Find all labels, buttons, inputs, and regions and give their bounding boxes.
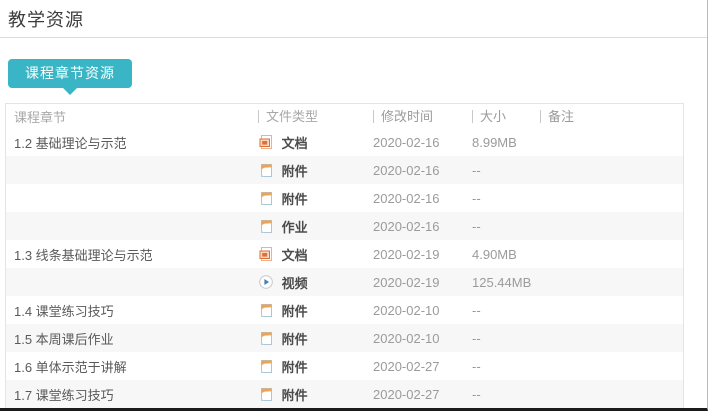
video-icon (258, 274, 274, 290)
file-type-label: 文档 (282, 136, 308, 151)
title-divider (0, 37, 707, 38)
file-type-label: 附件 (282, 360, 308, 375)
size-cell: -- (468, 387, 532, 402)
chapter-cell: 1.4 课堂练习技巧 (6, 301, 226, 320)
tab-label: 课程章节资源 (25, 65, 115, 81)
modified-cell: 2020-02-19 (366, 247, 468, 262)
file-type-label: 附件 (282, 164, 308, 179)
modified-cell: 2020-02-16 (366, 163, 468, 178)
column-header-size: 大小 (468, 109, 532, 124)
modified-cell: 2020-02-16 (366, 135, 468, 150)
table-row[interactable]: 附件 2020-02-16 -- (6, 184, 683, 212)
size-cell: -- (468, 359, 532, 374)
size-cell: 125.44MB (468, 275, 532, 290)
table-row[interactable]: 1.5 本周课后作业 (6, 324, 683, 352)
file-type-label: 附件 (282, 304, 308, 319)
chapter-cell: 1.2 基础理论与示范 (6, 133, 226, 152)
attachment-icon (258, 358, 274, 374)
chapter-cell: 1.7 课堂练习技巧 (6, 385, 226, 404)
size-cell: -- (468, 331, 532, 346)
column-header-note: 备注 (532, 109, 683, 124)
chapter-cell: 1.5 本周课后作业 (6, 329, 226, 348)
table-row[interactable]: 1.7 课堂练习技巧 (6, 380, 683, 408)
size-cell: -- (468, 191, 532, 206)
document-icon (258, 134, 274, 150)
table-row[interactable]: 视频 2020-02-19 125.44MB (6, 268, 683, 296)
attachment-icon (258, 302, 274, 318)
file-type-label: 附件 (282, 388, 308, 403)
table-row[interactable]: 附件 2020-02-16 -- (6, 156, 683, 184)
attachment-icon (258, 386, 274, 402)
file-type-label: 附件 (282, 192, 308, 207)
file-type-label: 文档 (282, 248, 308, 263)
modified-cell: 2020-02-10 (366, 303, 468, 318)
chapter-cell: 1.3 线条基础理论与示范 (6, 245, 226, 264)
file-type-cell: 文档 (226, 133, 366, 152)
size-cell: 4.90MB (468, 247, 532, 262)
file-type-cell: 附件 (226, 329, 366, 348)
file-type-cell: 附件 (226, 357, 366, 376)
file-type-label: 附件 (282, 332, 308, 347)
table-row[interactable]: 1.2 基础理论与示范 (6, 128, 683, 156)
file-type-label: 视频 (282, 276, 308, 291)
file-type-cell: 文档 (226, 245, 366, 264)
file-type-label: 作业 (282, 220, 308, 235)
table-row[interactable]: 作业 2020-02-16 -- (6, 212, 683, 240)
file-type-cell: 附件 (226, 189, 366, 208)
page-title: 教学资源 (8, 6, 84, 32)
table-header-row: 课程章节 文件类型 修改时间 大小 备注 (6, 104, 683, 128)
column-header-file-type: 文件类型 (226, 109, 366, 124)
modified-cell: 2020-02-16 (366, 219, 468, 234)
table-body: 1.2 基础理论与示范 (6, 128, 683, 408)
file-type-cell: 附件 (226, 385, 366, 404)
size-cell: -- (468, 303, 532, 318)
chapter-cell: 1.6 单体示范于讲解 (6, 357, 226, 376)
modified-cell: 2020-02-27 (366, 387, 468, 402)
attachment-icon (258, 330, 274, 346)
column-header-modified: 修改时间 (366, 109, 468, 124)
page: 教学资源 课程章节资源 课程章节 文件类型 修改时间 大小 备注 1.2 基础理… (0, 0, 708, 411)
attachment-icon (258, 190, 274, 206)
document-icon (258, 246, 274, 262)
attachment-icon (258, 218, 274, 234)
modified-cell: 2020-02-19 (366, 275, 468, 290)
file-type-cell: 作业 (226, 217, 366, 236)
modified-cell: 2020-02-10 (366, 331, 468, 346)
modified-cell: 2020-02-16 (366, 191, 468, 206)
modified-cell: 2020-02-27 (366, 359, 468, 374)
size-cell: -- (468, 163, 532, 178)
size-cell: -- (468, 219, 532, 234)
tab-course-chapter-resources[interactable]: 课程章节资源 (8, 59, 132, 88)
attachment-icon (258, 162, 274, 178)
table-row[interactable]: 1.6 单体示范于讲解 (6, 352, 683, 380)
file-type-cell: 视频 (226, 273, 366, 292)
file-type-cell: 附件 (226, 161, 366, 180)
size-cell: 8.99MB (468, 135, 532, 150)
tab-pointer-icon (63, 88, 77, 95)
column-header-chapter: 课程章节 (6, 107, 226, 126)
table-row[interactable]: 1.3 线条基础理论与示范 (6, 240, 683, 268)
resources-table: 课程章节 文件类型 修改时间 大小 备注 1.2 基础理论与示范 (5, 103, 684, 408)
table-row[interactable]: 1.4 课堂练习技巧 (6, 296, 683, 324)
file-type-cell: 附件 (226, 301, 366, 320)
